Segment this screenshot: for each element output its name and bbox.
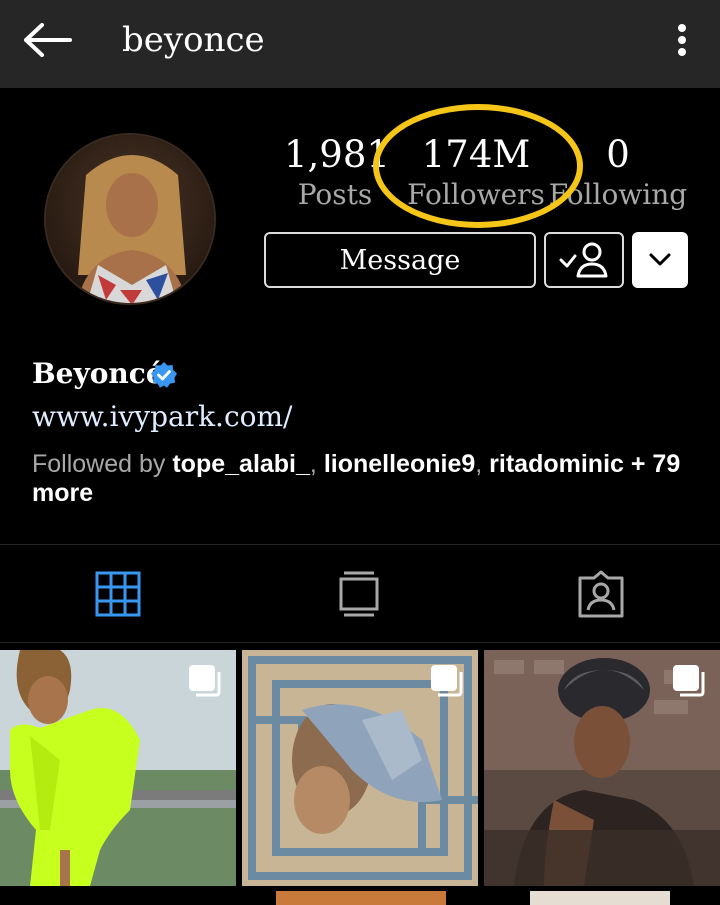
multiple-photos-icon — [431, 665, 463, 697]
profile-website-link[interactable]: www.ivypark.com/ — [32, 398, 292, 436]
follower-link[interactable]: ritadominic — [489, 450, 624, 478]
highlight-circle-annotation — [373, 104, 583, 228]
post-thumbnail[interactable] — [484, 650, 720, 886]
followed-by-text[interactable]: Followed by tope_alabi_, lionelleonie9, … — [32, 450, 692, 508]
more-options-button[interactable] — [664, 18, 700, 62]
post-thumbnail[interactable] — [530, 891, 670, 905]
tab-grid[interactable] — [88, 566, 148, 622]
stat-posts[interactable]: 1,981 Posts — [284, 133, 390, 212]
verified-badge-icon — [151, 362, 177, 388]
profile-display-name: Beyoncé — [32, 357, 164, 390]
post-thumbnail[interactable] — [242, 650, 478, 886]
post-thumbnail[interactable] — [0, 650, 236, 886]
igtv-icon — [339, 571, 379, 617]
grid-icon — [95, 571, 141, 617]
profile-username: beyonce — [122, 20, 265, 60]
profile-avatar[interactable] — [44, 133, 216, 305]
post-thumbnail[interactable] — [276, 891, 446, 905]
posts-label: Posts — [297, 178, 373, 211]
tab-tagged[interactable] — [571, 566, 631, 622]
back-button[interactable] — [18, 20, 76, 60]
chevron-down-icon — [649, 253, 671, 266]
message-button[interactable]: Message — [264, 232, 536, 288]
multiple-photos-icon — [673, 665, 705, 697]
multiple-photos-icon — [189, 665, 221, 697]
divider — [0, 642, 720, 643]
user-check-icon — [559, 242, 608, 278]
tab-igtv[interactable] — [329, 566, 389, 622]
following-button[interactable] — [544, 232, 624, 288]
followed-by-prefix: Followed by — [32, 450, 173, 478]
suggestions-dropdown-button[interactable] — [632, 232, 688, 288]
follower-link[interactable]: lionelleonie9 — [324, 450, 475, 478]
tagged-icon — [578, 570, 624, 618]
kebab-menu-icon — [678, 24, 686, 56]
follower-link[interactable]: tope_alabi_ — [172, 450, 310, 478]
top-bar: beyonce — [0, 0, 720, 88]
avatar-photo — [46, 135, 214, 303]
posts-count: 1,981 — [284, 133, 390, 176]
arrow-left-icon — [24, 23, 72, 57]
divider — [0, 544, 720, 545]
